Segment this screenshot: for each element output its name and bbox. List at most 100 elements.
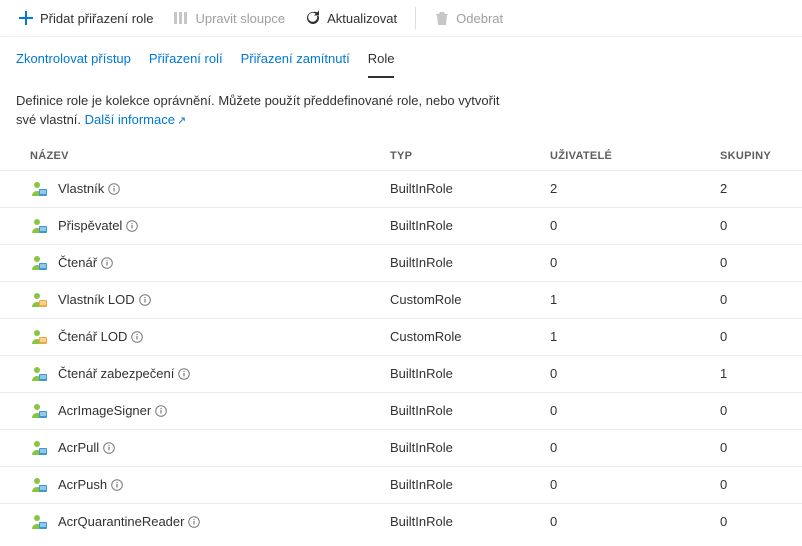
name-cell: AcrPush [30, 476, 390, 494]
info-icon[interactable] [131, 331, 143, 343]
tab-deny-assignments[interactable]: Přiřazení zamítnutí [241, 51, 350, 78]
table-row[interactable]: Vlastník LOD CustomRole 1 0 [0, 281, 802, 318]
tab-role-assignments[interactable]: Přiřazení rolí [149, 51, 223, 78]
role-type: BuiltInRole [390, 477, 550, 492]
role-name: AcrImageSigner [58, 403, 167, 418]
role-icon [30, 217, 48, 235]
table-row[interactable]: AcrPull BuiltInRole 0 0 [0, 429, 802, 466]
tab-roles[interactable]: Role [368, 51, 395, 78]
role-users: 1 [550, 292, 720, 307]
table-row[interactable]: Čtenář LOD CustomRole 1 0 [0, 318, 802, 355]
col-users[interactable]: UŽIVATELÉ [550, 150, 720, 162]
plus-icon [18, 10, 34, 26]
name-cell: Čtenář [30, 254, 390, 272]
columns-icon [173, 10, 189, 26]
refresh-label: Aktualizovat [327, 11, 397, 26]
role-users: 0 [550, 477, 720, 492]
role-users: 2 [550, 181, 720, 196]
role-groups: 0 [720, 514, 786, 529]
role-type: BuiltInRole [390, 403, 550, 418]
trash-icon [434, 10, 450, 26]
role-name: Vlastník LOD [58, 292, 151, 307]
role-name: AcrQuarantineReader [58, 514, 200, 529]
role-icon [30, 513, 48, 531]
tabs: Zkontrolovat přístup Přiřazení rolí Přiř… [0, 37, 802, 78]
refresh-button[interactable]: Aktualizovat [295, 6, 407, 30]
col-name[interactable]: NÁZEV [30, 150, 390, 162]
name-cell: AcrImageSigner [30, 402, 390, 420]
role-name: Vlastník [58, 181, 120, 196]
table-row[interactable]: Vlastník BuiltInRole 2 2 [0, 170, 802, 207]
role-name: AcrPull [58, 440, 115, 455]
info-icon[interactable] [103, 442, 115, 454]
role-type: BuiltInRole [390, 514, 550, 529]
role-type: BuiltInRole [390, 366, 550, 381]
role-users: 0 [550, 440, 720, 455]
external-link-icon: ↗ [177, 115, 186, 127]
role-groups: 0 [720, 440, 786, 455]
table-row[interactable]: Čtenář zabezpečení BuiltInRole 0 1 [0, 355, 802, 392]
info-icon[interactable] [155, 405, 167, 417]
role-users: 1 [550, 329, 720, 344]
role-icon [30, 291, 48, 309]
role-icon [30, 328, 48, 346]
role-icon [30, 439, 48, 457]
add-label: Přidat přiřazení role [40, 11, 153, 26]
table-row[interactable]: AcrImageSigner BuiltInRole 0 0 [0, 392, 802, 429]
refresh-icon [305, 10, 321, 26]
role-name: Čtenář zabezpečení [58, 366, 190, 381]
col-type[interactable]: TYP [390, 150, 550, 162]
table-row[interactable]: Přispěvatel BuiltInRole 0 0 [0, 207, 802, 244]
role-icon [30, 365, 48, 383]
role-name: Čtenář LOD [58, 329, 143, 344]
role-icon [30, 180, 48, 198]
tab-check-access[interactable]: Zkontrolovat přístup [16, 51, 131, 78]
role-icon [30, 402, 48, 420]
remove-label: Odebrat [456, 11, 503, 26]
info-icon[interactable] [111, 479, 123, 491]
edit-columns-label: Upravit sloupce [195, 11, 285, 26]
role-users: 0 [550, 403, 720, 418]
role-type: CustomRole [390, 292, 550, 307]
info-icon[interactable] [108, 183, 120, 195]
info-icon[interactable] [126, 220, 138, 232]
role-groups: 1 [720, 366, 786, 381]
toolbar-separator [415, 7, 416, 29]
role-users: 0 [550, 218, 720, 233]
name-cell: Přispěvatel [30, 217, 390, 235]
role-groups: 0 [720, 329, 786, 344]
table-row[interactable]: AcrPush BuiltInRole 0 0 [0, 466, 802, 503]
role-groups: 0 [720, 218, 786, 233]
role-name: Přispěvatel [58, 218, 138, 233]
role-groups: 2 [720, 181, 786, 196]
toolbar: Přidat přiřazení role Upravit sloupce Ak… [0, 0, 802, 37]
role-groups: 0 [720, 403, 786, 418]
description: Definice role je kolekce oprávnění. Může… [0, 78, 520, 136]
role-name: AcrPush [58, 477, 123, 492]
table-row[interactable]: Čtenář BuiltInRole 0 0 [0, 244, 802, 281]
remove-button[interactable]: Odebrat [424, 6, 513, 30]
add-role-assignment-button[interactable]: Přidat přiřazení role [8, 6, 163, 30]
role-type: CustomRole [390, 329, 550, 344]
info-icon[interactable] [178, 368, 190, 380]
col-groups[interactable]: SKUPINY [720, 150, 786, 162]
name-cell: AcrPull [30, 439, 390, 457]
role-icon [30, 476, 48, 494]
name-cell: Vlastník LOD [30, 291, 390, 309]
role-users: 0 [550, 366, 720, 381]
info-icon[interactable] [139, 294, 151, 306]
name-cell: Čtenář zabezpečení [30, 365, 390, 383]
learn-more-link[interactable]: Další informace↗ [85, 112, 187, 127]
table-row[interactable]: AcrQuarantineReader BuiltInRole 0 0 [0, 503, 802, 540]
table-header: NÁZEV TYP UŽIVATELÉ SKUPINY [0, 136, 802, 170]
role-groups: 0 [720, 292, 786, 307]
name-cell: AcrQuarantineReader [30, 513, 390, 531]
edit-columns-button[interactable]: Upravit sloupce [163, 6, 295, 30]
role-name: Čtenář [58, 255, 113, 270]
info-icon[interactable] [101, 257, 113, 269]
roles-table: NÁZEV TYP UŽIVATELÉ SKUPINY Vlastník Bui… [0, 136, 802, 546]
role-type: BuiltInRole [390, 218, 550, 233]
info-icon[interactable] [188, 516, 200, 528]
name-cell: Čtenář LOD [30, 328, 390, 346]
role-users: 0 [550, 255, 720, 270]
